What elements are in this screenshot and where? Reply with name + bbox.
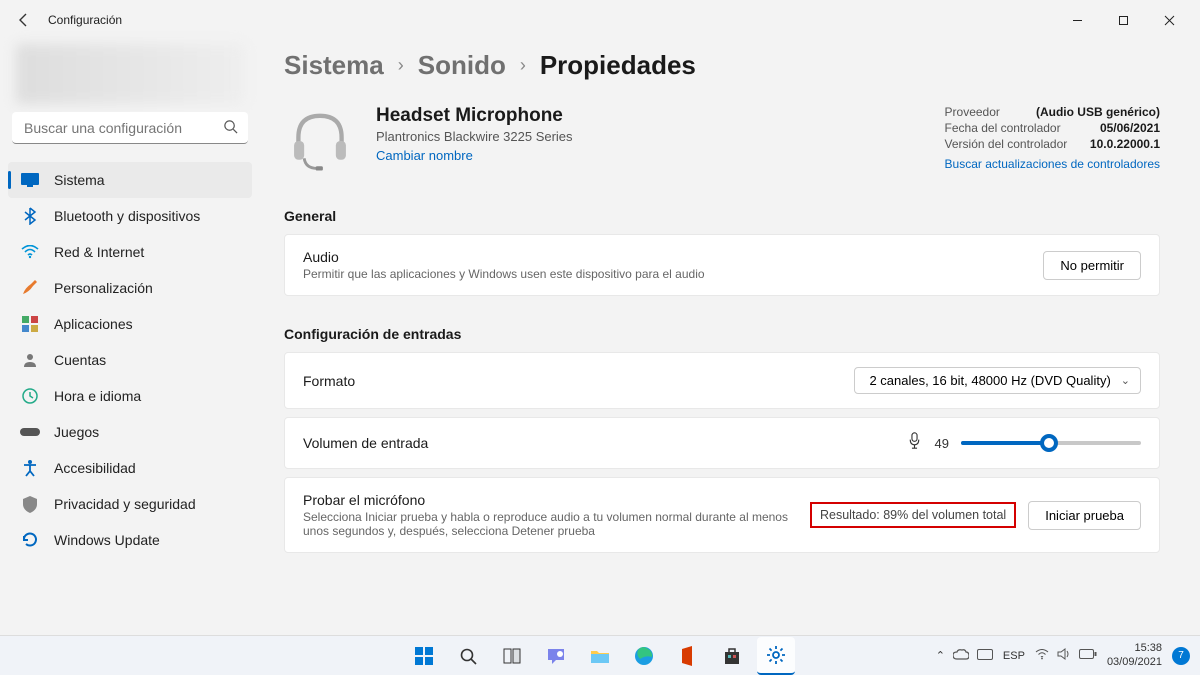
sidebar-item-personalizacion[interactable]: Personalización <box>8 270 252 306</box>
close-button[interactable] <box>1146 4 1192 36</box>
wifi-icon <box>20 242 40 262</box>
sidebar-item-update[interactable]: Windows Update <box>8 522 252 558</box>
sidebar-item-label: Sistema <box>54 172 105 188</box>
sidebar-item-label: Cuentas <box>54 352 106 368</box>
disallow-button[interactable]: No permitir <box>1043 251 1141 280</box>
taskbar-edge[interactable] <box>625 637 663 675</box>
audio-title: Audio <box>303 249 1043 265</box>
sidebar-item-label: Accesibilidad <box>54 460 136 476</box>
apps-icon <box>20 314 40 334</box>
driver-update-link[interactable]: Buscar actualizaciones de controladores <box>945 157 1160 171</box>
rename-link[interactable]: Cambiar nombre <box>376 148 473 163</box>
chevron-right-icon: › <box>520 55 526 76</box>
sidebar-item-juegos[interactable]: Juegos <box>8 414 252 450</box>
test-result: Resultado: 89% del volumen total <box>810 502 1016 528</box>
sidebar-item-label: Juegos <box>54 424 99 440</box>
taskbar-search[interactable] <box>449 637 487 675</box>
taskbar-store[interactable] <box>713 637 751 675</box>
search-icon <box>223 119 238 139</box>
taskbar: ⌃ ESP 15:38 03/09/2021 7 <box>0 635 1200 675</box>
breadcrumb-sistema[interactable]: Sistema <box>284 50 384 81</box>
breadcrumb: Sistema › Sonido › Propiedades <box>284 50 1160 81</box>
section-input-config: Configuración de entradas <box>284 326 1160 342</box>
taskbar-office[interactable] <box>669 637 707 675</box>
sidebar-item-label: Bluetooth y dispositivos <box>54 208 200 224</box>
test-mic-title: Probar el micrófono <box>303 492 810 508</box>
device-model: Plantronics Blackwire 3225 Series <box>376 129 573 144</box>
taskbar-settings[interactable] <box>757 637 795 675</box>
microphone-icon[interactable] <box>906 432 923 454</box>
sidebar-item-label: Hora e idioma <box>54 388 141 404</box>
sidebar-item-label: Red & Internet <box>54 244 144 260</box>
volume-value: 49 <box>935 436 949 451</box>
sidebar-item-privacidad[interactable]: Privacidad y seguridad <box>8 486 252 522</box>
battery-tray-icon[interactable] <box>1079 649 1097 662</box>
bluetooth-icon <box>20 206 40 226</box>
onedrive-icon[interactable] <box>953 649 969 663</box>
headset-icon <box>284 105 356 182</box>
sidebar-item-cuentas[interactable]: Cuentas <box>8 342 252 378</box>
notification-badge[interactable]: 7 <box>1172 647 1190 665</box>
input-volume-label: Volumen de entrada <box>303 435 906 451</box>
language-indicator[interactable]: ESP <box>1003 650 1025 662</box>
update-icon <box>20 530 40 550</box>
breadcrumb-sonido[interactable]: Sonido <box>418 50 506 81</box>
wifi-tray-icon[interactable] <box>1035 649 1049 663</box>
system-icon <box>20 170 40 190</box>
chevron-right-icon: › <box>398 55 404 76</box>
audio-desc: Permitir que las aplicaciones y Windows … <box>303 267 1043 281</box>
task-view[interactable] <box>493 637 531 675</box>
keyboard-icon[interactable] <box>977 649 993 663</box>
sidebar-item-red[interactable]: Red & Internet <box>8 234 252 270</box>
test-mic-card: Probar el micrófono Selecciona Iniciar p… <box>284 477 1160 553</box>
test-mic-desc: Selecciona Iniciar prueba y habla o repr… <box>303 510 810 538</box>
game-icon <box>20 422 40 442</box>
format-select[interactable]: 2 canales, 16 bit, 48000 Hz (DVD Quality… <box>854 367 1141 394</box>
user-icon <box>20 350 40 370</box>
minimize-button[interactable] <box>1054 4 1100 36</box>
sidebar-item-aplicaciones[interactable]: Aplicaciones <box>8 306 252 342</box>
section-general: General <box>284 208 1160 224</box>
sidebar-item-label: Personalización <box>54 280 153 296</box>
start-button[interactable] <box>405 637 443 675</box>
user-profile[interactable] <box>16 44 244 104</box>
format-card: Formato 2 canales, 16 bit, 48000 Hz (DVD… <box>284 352 1160 409</box>
format-label: Formato <box>303 373 854 389</box>
sidebar-item-label: Privacidad y seguridad <box>54 496 196 512</box>
search-input[interactable] <box>12 112 248 144</box>
sidebar-item-bluetooth[interactable]: Bluetooth y dispositivos <box>8 198 252 234</box>
maximize-button[interactable] <box>1100 4 1146 36</box>
taskbar-chat[interactable] <box>537 637 575 675</box>
volume-tray-icon[interactable] <box>1057 648 1071 663</box>
sidebar-item-label: Aplicaciones <box>54 316 133 332</box>
sidebar-item-label: Windows Update <box>54 532 160 548</box>
sidebar-item-accesibilidad[interactable]: Accesibilidad <box>8 450 252 486</box>
sidebar-item-hora[interactable]: Hora e idioma <box>8 378 252 414</box>
back-button[interactable] <box>8 4 40 36</box>
chevron-down-icon: ⌄ <box>1121 374 1130 387</box>
input-volume-card: Volumen de entrada 49 <box>284 417 1160 469</box>
audio-permission-card: Audio Permitir que las aplicaciones y Wi… <box>284 234 1160 296</box>
window-title: Configuración <box>48 13 122 27</box>
tray-chevron-icon[interactable]: ⌃ <box>936 649 945 662</box>
start-test-button[interactable]: Iniciar prueba <box>1028 501 1141 530</box>
shield-icon <box>20 494 40 514</box>
accessibility-icon <box>20 458 40 478</box>
device-name: Headset Microphone <box>376 105 573 127</box>
clock-icon <box>20 386 40 406</box>
sidebar-item-sistema[interactable]: Sistema <box>8 162 252 198</box>
taskbar-clock[interactable]: 15:38 03/09/2021 <box>1107 642 1162 668</box>
taskbar-explorer[interactable] <box>581 637 619 675</box>
brush-icon <box>20 278 40 298</box>
breadcrumb-propiedades: Propiedades <box>540 50 696 81</box>
driver-info: Proveedor(Audio USB genérico) Fecha del … <box>945 105 1160 171</box>
volume-slider[interactable] <box>961 441 1141 445</box>
